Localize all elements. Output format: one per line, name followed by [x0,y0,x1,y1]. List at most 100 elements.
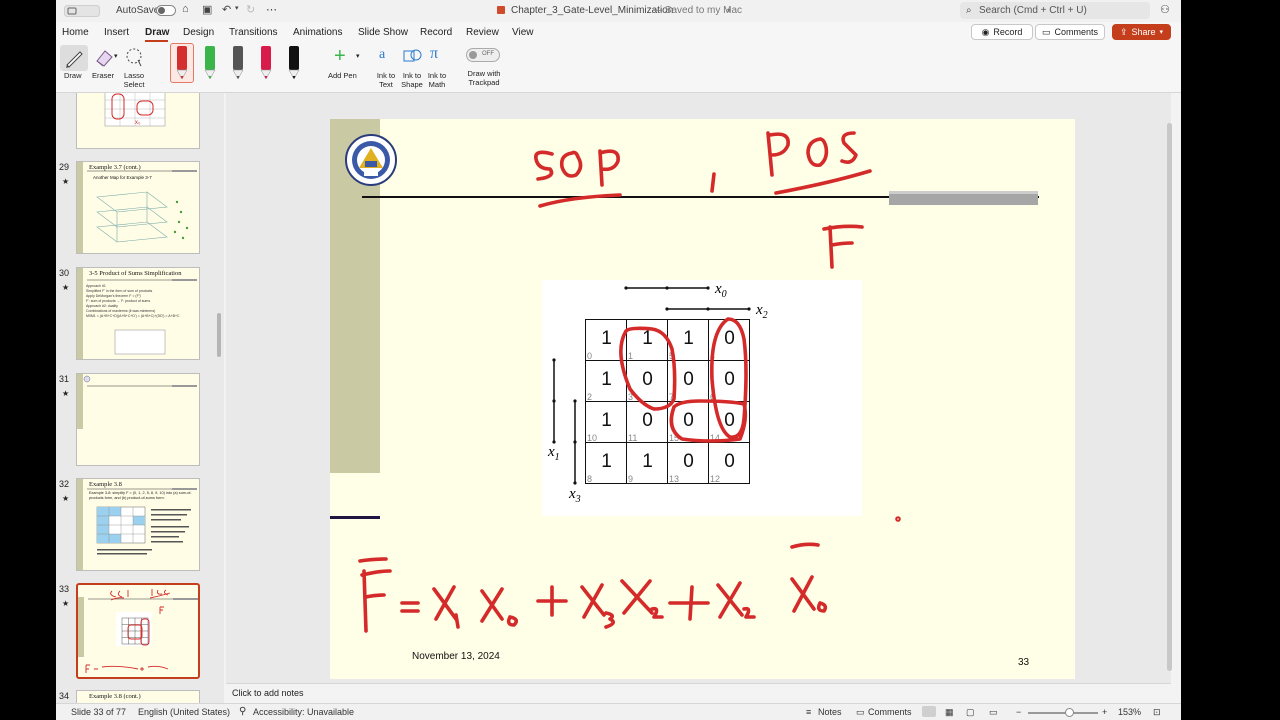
notes-divider [226,683,1171,684]
status-bar: Slide 33 of 77 English (United States) ⚲… [56,703,1181,720]
zoom-slider[interactable] [1028,708,1098,717]
ink-to-shape-button[interactable] [401,45,423,69]
ink-quad-loop [669,399,748,443]
zoom-level[interactable]: 153% [1118,707,1141,717]
lasso-select-button[interactable] [122,45,146,71]
record-icon: ◉ [981,26,990,37]
pen-5[interactable] [286,46,302,82]
thumbnail-number-31: 31 [59,374,70,384]
ink-letter-f [822,224,864,269]
slide-thumbnail-34[interactable]: Example 3.8 (cont.) [76,690,200,703]
ink-to-math-button[interactable]: π [426,45,448,69]
notes-button[interactable]: Notes [818,707,842,717]
draw-tool-button[interactable] [60,45,88,71]
thumbnail-decor [77,374,197,429]
share-button[interactable]: ⇪ Share ▾ [1112,24,1171,40]
slide-thumbnail-31[interactable] [76,373,200,466]
ink-underline-sop [538,193,622,208]
pen-2[interactable] [202,46,218,82]
canvas-scrollbar[interactable] [1167,123,1172,671]
add-pen-button[interactable]: + [328,45,356,69]
search-input[interactable]: Search (Cmd + Ctrl + U) [979,5,1087,16]
add-pen-dropdown-icon[interactable]: ▾ [356,52,360,61]
undo-icon[interactable]: ↶ [222,3,231,16]
accessibility-status[interactable]: Accessibility: Unavailable [253,707,354,717]
account-icon[interactable]: ⚇ [1160,3,1170,16]
tab-insert[interactable]: Insert [104,27,129,38]
tab-draw[interactable]: Draw [145,27,169,38]
ink-x2 [620,579,654,615]
record-button[interactable]: ◉ Record [971,24,1033,40]
comments-status-button[interactable]: Comments [868,707,912,717]
title-bar: AutoSave ⌂ ▣ ↶ ▾ ↻ ⋯ Chapter_3_Gate-Leve… [56,0,1181,22]
powerpoint-window: AutoSave ⌂ ▣ ↶ ▾ ↻ ⋯ Chapter_3_Gate-Leve… [56,0,1181,720]
comments-button[interactable]: ▭ Comments [1035,24,1105,40]
ink-x2b [716,581,744,619]
slide-thumbnail-30[interactable]: 3-5 Product of Sums Simplification Appro… [76,267,200,360]
more-icon[interactable]: ⋯ [266,3,277,16]
pen-4[interactable] [258,46,274,82]
ink-x0-sub [506,615,519,627]
slideshow-icon[interactable]: ▭ [989,707,998,718]
autosave-toggle[interactable] [156,5,176,16]
tab-transitions[interactable]: Transitions [229,27,278,38]
draw-with-trackpad-toggle[interactable]: OFF [466,48,500,62]
thumbnail-body: Approach #1 Simplified F' in the form of… [86,284,180,319]
tab-design[interactable]: Design [183,27,214,38]
slide-thumbnails-pane: x₀ 29 ★ Example 3.7 (cont.) Another Map … [56,93,224,703]
ink-letter-s [534,150,554,181]
save-icon[interactable]: ▣ [202,3,212,16]
thumbnail-title: Example 3.8 [89,481,122,488]
tab-view[interactable]: View [512,27,534,38]
comments-label: Comments [1054,27,1099,37]
zoom-slider-thumb[interactable] [1065,708,1074,717]
lasso-label: Lasso Select [123,71,145,89]
sidebar-toggle-icon[interactable] [64,5,100,17]
save-status-chevron-icon[interactable]: ▾ [727,6,731,15]
slide-thumbnail-29[interactable]: Example 3.7 (cont.) Another Map for Exam… [76,161,200,254]
slide-sorter-icon[interactable]: ▦ [945,707,954,718]
comment-icon: ▭ [1041,26,1051,37]
undo-dropdown-icon[interactable]: ▾ [235,4,239,12]
redo-icon[interactable]: ↻ [246,3,255,16]
search-box[interactable]: ⌕ Search (Cmd + Ctrl + U) [960,2,1150,19]
normal-view-icon[interactable] [922,706,936,717]
home-icon[interactable]: ⌂ [182,3,189,15]
slide-thumbnail-28[interactable]: x₀ [76,93,200,149]
zoom-in-icon[interactable]: + [1102,707,1107,717]
thumbnail-number-34: 34 [59,691,70,701]
language-indicator[interactable]: English (United States) [138,707,230,717]
ink-fbar-f [360,569,392,633]
ink-to-shape-icon [403,49,422,62]
eraser-dropdown-icon[interactable]: ▾ [114,52,118,61]
ink-plus-2 [668,585,710,621]
thumbnail-title: Example 3.8 (cont.) [89,693,141,700]
tab-record[interactable]: Record [420,27,452,38]
fit-to-window-icon[interactable]: ⊡ [1153,707,1161,718]
eraser-label: Eraser [92,71,115,80]
pen-1[interactable] [174,46,190,82]
thumbnail-number-30: 30 [59,268,70,278]
share-icon: ⇪ [1119,26,1128,37]
tab-home[interactable]: Home [62,27,89,38]
notes-placeholder[interactable]: Click to add notes [232,688,304,698]
doc-title[interactable]: Chapter_3_Gate-Level_Minimization [511,5,673,16]
slide-33[interactable]: x0 x2 x1 x3 1 0 1 1 1 5 0 4 1 2 0 3 0 7 0 6 1 10 0 11 0 15 0 14… [330,119,1075,679]
add-pen-label: Add Pen [328,71,357,80]
thumbnails-scrollbar[interactable] [217,313,221,357]
slide-thumbnail-33[interactable] [76,583,200,679]
thumbnail-line: M0M1 = (A+B+C+D)(A+B+C+D') = (A+B+C)+(DD… [86,314,180,318]
slide-thumbnail-32[interactable]: Example 3.8 Example 3-8: simplify F = (0… [76,478,200,571]
pen-3[interactable] [230,46,246,82]
record-label: Record [993,27,1023,37]
comments-status-icon: ▭ [856,707,865,717]
tab-slide-show[interactable]: Slide Show [358,27,408,38]
ink-dot [895,516,901,522]
ink-x3 [580,583,606,619]
reading-view-icon[interactable]: ▢ [966,707,975,718]
ink-to-text-button[interactable]: a [376,45,398,69]
tab-review[interactable]: Review [466,27,499,38]
zoom-out-icon[interactable]: − [1016,707,1021,717]
thumbnail-star-icon: ★ [62,494,70,503]
tab-animations[interactable]: Animations [293,27,342,38]
